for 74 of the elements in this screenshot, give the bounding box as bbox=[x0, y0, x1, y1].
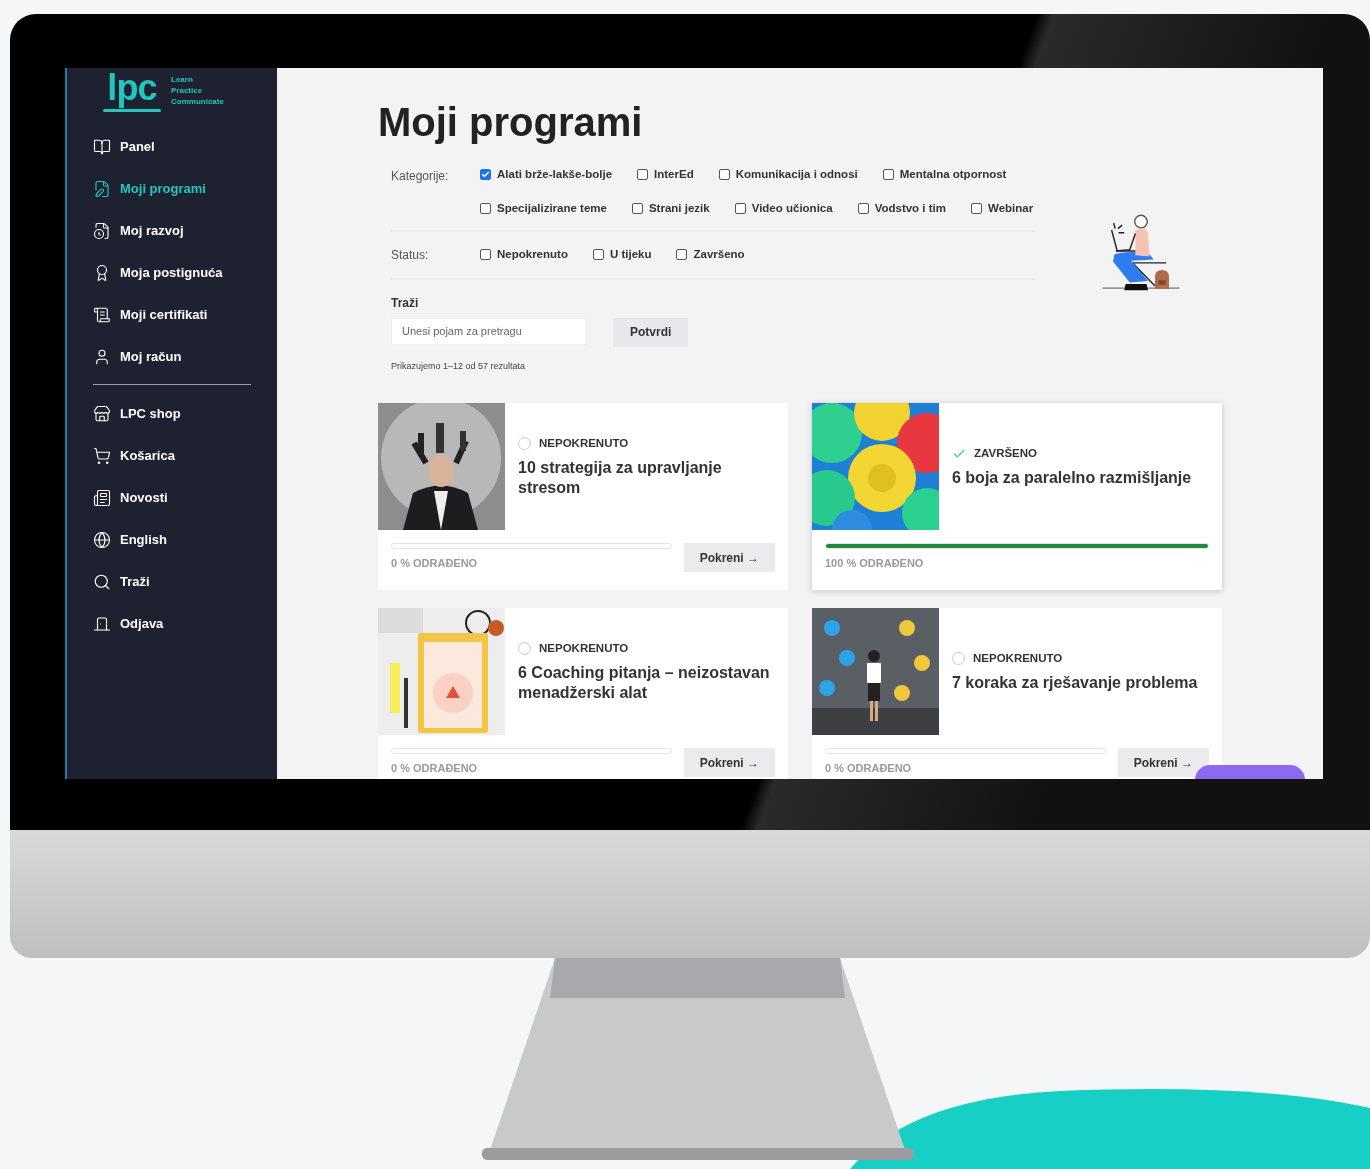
nav-link[interactable]: Moji programi bbox=[120, 179, 206, 199]
start-button[interactable]: Pokreni → bbox=[683, 748, 775, 777]
checkbox-label: Strani jezik bbox=[648, 201, 710, 217]
checkbox[interactable] bbox=[637, 169, 649, 181]
checkbox[interactable] bbox=[480, 169, 491, 181]
status-label: NEPOKRENUTO bbox=[539, 640, 629, 656]
filter-label: Status: bbox=[391, 246, 430, 264]
document-pen-icon bbox=[93, 180, 111, 198]
logo-tagline: Communicate bbox=[171, 96, 224, 107]
start-button[interactable]: Pokreni → bbox=[683, 543, 775, 572]
checkbox-label: Alati brže-lakše-bolje bbox=[497, 167, 613, 182]
checkbox[interactable] bbox=[592, 249, 604, 260]
scroll-icon bbox=[93, 306, 111, 324]
checkbox[interactable] bbox=[718, 169, 730, 181]
search-field[interactable]: Unesi pojam za pretragu bbox=[391, 317, 587, 345]
checkbox[interactable] bbox=[480, 249, 491, 260]
status-label: ZAVRŠENO bbox=[974, 445, 1038, 461]
status-label: NEPOKRENUTO bbox=[539, 435, 629, 451]
nav-link[interactable]: Moj račun bbox=[120, 347, 182, 367]
page-title: Moji programi bbox=[378, 99, 644, 146]
nav-link[interactable]: Moj razvoj bbox=[120, 221, 184, 241]
nav-link[interactable]: Novosti bbox=[120, 488, 168, 508]
checkbox-label: Nepokrenuto bbox=[497, 246, 568, 262]
user-icon bbox=[93, 348, 111, 366]
document-clock-icon bbox=[93, 222, 111, 240]
start-button[interactable]: Pokreni → bbox=[1117, 748, 1209, 777]
progress-text: 0 % ODRAĐENO bbox=[825, 761, 913, 777]
status-label: NEPOKRENUTO bbox=[973, 650, 1063, 666]
nav-link[interactable]: Moji certifikati bbox=[120, 305, 208, 325]
program-title: 6 Coaching pitanja – neizostavan menadžerski alat bbox=[518, 663, 771, 704]
filter-label: Kategorije: bbox=[391, 168, 450, 185]
checkbox[interactable] bbox=[882, 169, 894, 181]
nav-link[interactable]: English bbox=[120, 530, 167, 550]
progress-text: 100 % ODRAĐENO bbox=[825, 556, 925, 571]
checkbox-label: Vodstvo i tim bbox=[874, 201, 946, 217]
checkbox[interactable] bbox=[734, 203, 746, 215]
cart-icon bbox=[93, 447, 111, 465]
logo-underline bbox=[103, 109, 161, 112]
nav-link[interactable]: Panel bbox=[120, 137, 155, 157]
nav-link[interactable]: Košarica bbox=[120, 446, 175, 466]
checkbox[interactable] bbox=[971, 203, 982, 215]
nav-link[interactable]: Traži bbox=[120, 572, 150, 592]
checkbox[interactable] bbox=[676, 249, 688, 260]
logo-tagline: Practice bbox=[171, 85, 204, 96]
checkbox-label: Webinar bbox=[988, 201, 1034, 217]
nav-link[interactable]: Moja postignuća bbox=[120, 263, 223, 283]
search-icon bbox=[93, 573, 111, 591]
checkbox[interactable] bbox=[480, 203, 491, 215]
logo-tagline: Learn bbox=[171, 74, 194, 85]
checkbox[interactable] bbox=[631, 203, 643, 215]
progress-text: 0 % ODRAĐENO bbox=[391, 556, 479, 572]
checkbox-label: Komunikacija i odnosi bbox=[735, 167, 858, 182]
newspaper-icon bbox=[93, 489, 111, 507]
nav-link[interactable]: Odjava bbox=[120, 614, 164, 634]
logo-mark: lpc bbox=[107, 68, 157, 108]
checkbox-label: Specijalizirane teme bbox=[497, 201, 607, 217]
nav-link[interactable]: LPC shop bbox=[120, 404, 181, 424]
search-label: Traži bbox=[391, 294, 420, 312]
checkbox-label: Video učionica bbox=[751, 201, 833, 217]
globe-icon bbox=[93, 531, 111, 549]
progress-text: 0 % ODRAĐENO bbox=[391, 761, 479, 777]
checkbox-label: InterEd bbox=[654, 167, 694, 182]
checkbox-label: U tijeku bbox=[609, 246, 652, 262]
store-icon bbox=[93, 405, 111, 423]
confirm-button[interactable]: Potvrdi bbox=[613, 317, 689, 347]
program-title: 6 boja za paralelno razmišljanje bbox=[952, 468, 1193, 489]
door-icon bbox=[93, 615, 111, 633]
book-icon bbox=[93, 138, 111, 156]
program-title: 10 strategija za upravljanje stresom bbox=[518, 458, 723, 499]
results-count: Prikazujemo 1–12 od 57 rezultata bbox=[391, 359, 527, 373]
program-title: 7 koraka za rješavanje problema bbox=[952, 673, 1199, 694]
checkbox[interactable] bbox=[857, 203, 869, 215]
checkbox-label: Završeno bbox=[693, 246, 745, 262]
checkbox-label: Mentalna otpornost bbox=[899, 167, 1007, 182]
